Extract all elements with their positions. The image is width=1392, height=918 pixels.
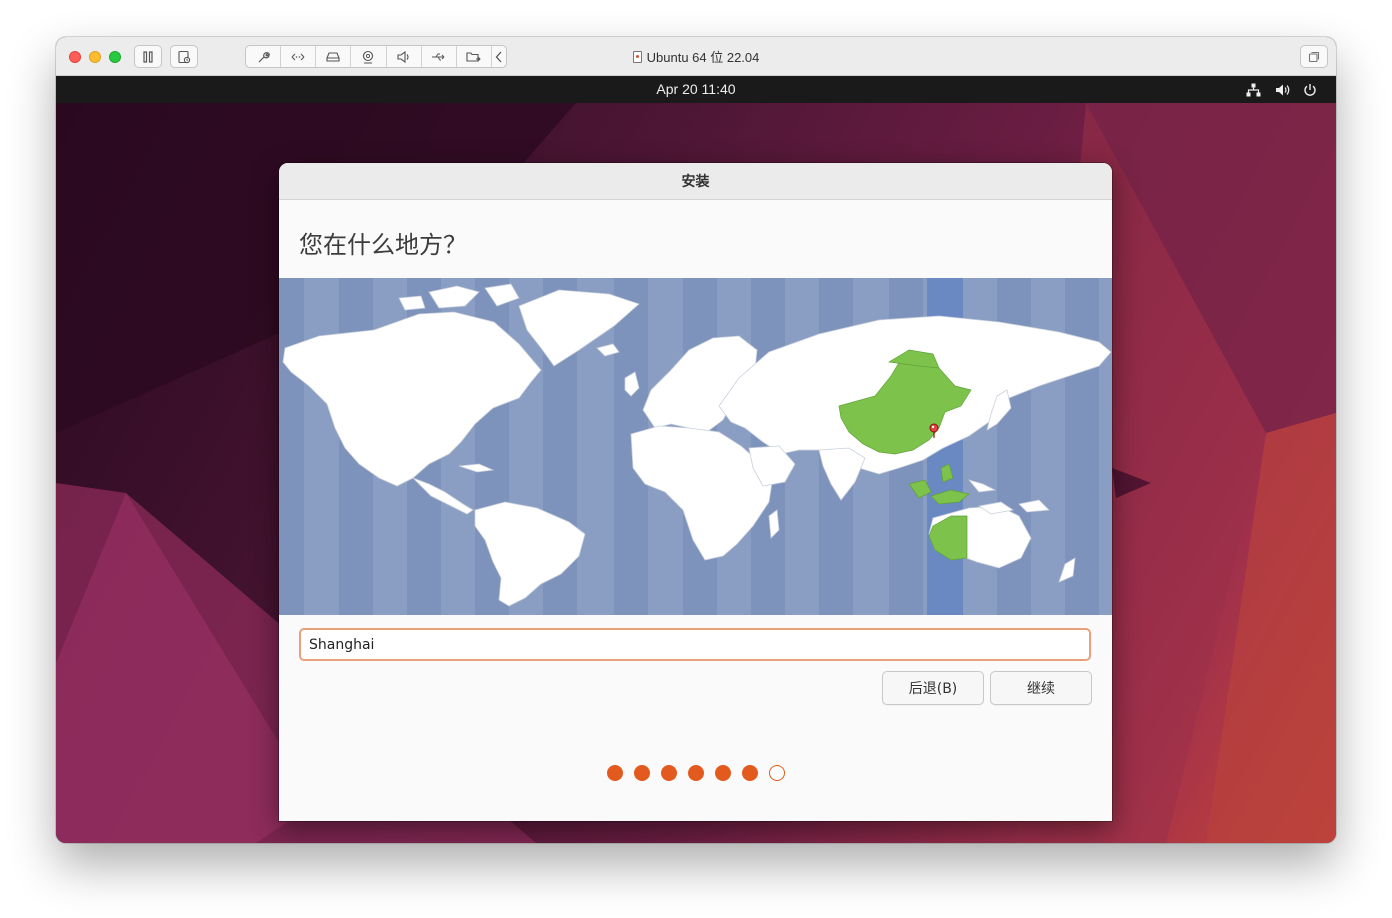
power-icon (1304, 83, 1316, 96)
installer-dialog: 安装 您在什么地方？ Shanghai 后退(B) 继续 (279, 163, 1112, 821)
vm-toolbar-group (245, 45, 507, 68)
pause-button[interactable] (134, 45, 162, 68)
usb-icon (431, 53, 445, 60)
vm-title-text: Ubuntu 64 位 22.04 (646, 50, 760, 65)
chevron-left-icon (495, 51, 502, 62)
camera-button[interactable] (351, 46, 387, 67)
volume-indicator[interactable] (1275, 76, 1291, 103)
progress-dot-complete (714, 765, 731, 781)
shared-folder-icon (466, 51, 481, 62)
settings-button[interactable] (246, 46, 282, 67)
timezone-map[interactable] (279, 278, 1112, 615)
window-zoom-button[interactable] (109, 51, 121, 63)
dialog-header: 安装 (279, 163, 1112, 200)
back-button[interactable]: 后退(B) (882, 671, 984, 705)
document-icon (632, 50, 642, 63)
snapshot-icon (178, 50, 191, 63)
wrench-icon (258, 51, 270, 62)
speaker-icon (397, 50, 409, 63)
fullscreen-icon (1308, 51, 1320, 62)
power-indicator[interactable] (1303, 76, 1317, 103)
progress-dot-current (768, 765, 785, 781)
dialog-title: 安装 (681, 174, 710, 190)
page-heading: 您在什么地方？ (299, 231, 467, 259)
usb-button[interactable] (422, 46, 457, 67)
vm-window: Ubuntu 64 位 22.04 Apr 20 11:40 安装 您在什么地方… (56, 37, 1336, 843)
fullscreen-button[interactable] (1300, 45, 1328, 68)
location-input[interactable] (299, 628, 1091, 661)
window-minimize-button[interactable] (89, 51, 101, 63)
pause-icon (143, 50, 153, 63)
continue-button[interactable]: 继续 (990, 671, 1092, 705)
clock[interactable]: Apr 20 11:40 (56, 76, 1336, 103)
progress-dot-complete (660, 765, 677, 781)
sound-button[interactable] (387, 46, 422, 67)
camera-icon (363, 50, 374, 64)
progress-dot-complete (741, 765, 758, 781)
shared-folder-button[interactable] (457, 46, 492, 67)
progress-dot-complete (687, 765, 704, 781)
progress-dot-complete (633, 765, 650, 781)
volume-icon (1276, 84, 1290, 95)
window-close-button[interactable] (69, 51, 81, 63)
progress-dot-complete (606, 765, 623, 781)
installer-progress-dots (279, 765, 1112, 781)
network-adapter-button[interactable] (281, 46, 317, 67)
hard-disk-button[interactable] (316, 46, 352, 67)
snapshot-button[interactable] (170, 45, 198, 68)
collapse-toolbar-button[interactable] (492, 46, 506, 67)
vm-titlebar: Ubuntu 64 位 22.04 (56, 37, 1336, 76)
network-arrows-icon (291, 53, 305, 60)
ubuntu-top-bar: Apr 20 11:40 (56, 76, 1336, 103)
network-icon (1246, 83, 1261, 96)
desktop-wallpaper: 安装 您在什么地方？ Shanghai 后退(B) 继续 (56, 103, 1336, 843)
hard-disk-icon (326, 51, 340, 62)
network-indicator[interactable] (1246, 76, 1261, 103)
